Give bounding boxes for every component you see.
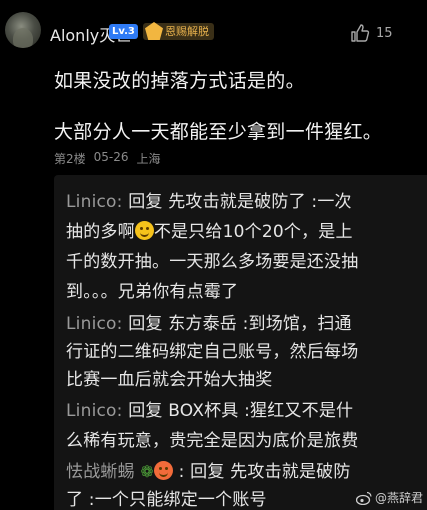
hot-face-emoji-icon [154, 461, 174, 480]
comment-header: Alonly灭世 Lv.3 恩赐解脱 15 [0, 0, 427, 62]
level-badge: Lv.3 [109, 24, 138, 39]
medal-icon [145, 22, 163, 40]
comment-line-2: 大部分人一天都能至少拿到一件猩红。 [54, 121, 383, 143]
reply-1-line-3: 千的数开抽。一天那么多场要是还没抽 [66, 252, 359, 272]
comment-location: 上海 [136, 152, 161, 166]
reply-2-line-2: 行证的二维码绑定自己账号，然后每场 [66, 342, 359, 362]
reply-3-line-1[interactable]: Linico: 回复 BOX杯具 :猩红又不是什 [66, 396, 353, 421]
medal-badge: 恩赐解脱 [143, 22, 214, 40]
floor-number: 第2楼 [54, 152, 86, 166]
reply-1-line-4: 到。。。兄弟你有点霉了 [66, 282, 239, 302]
watermark-text: @燕辞君 [374, 491, 423, 505]
like-count: 15 [376, 25, 393, 41]
reply-1-line-2: 抽的多啊 不是只给10个20个，是上 [66, 221, 353, 242]
reply-list: Linico: 回复 先攻击就是破防了 :一次 抽的多啊 不是只给10个20个，是… [54, 175, 427, 510]
comment-date: 05-26 [93, 150, 129, 164]
avatar[interactable] [5, 12, 41, 48]
reply-author[interactable]: 怯战蜥蜴 [66, 462, 135, 482]
reply-1-line-1[interactable]: Linico: 回复 先攻击就是破防了 :一次 [66, 187, 352, 212]
comment-meta: 第2楼 05-26 上海 [54, 150, 161, 167]
reply-4-line-2: 了 :一个只能绑定一个账号 [66, 490, 267, 510]
thumb-up-icon [351, 24, 370, 42]
reply-3-line-2: 么稀有玩意，贵完全是因为底价是旅费 [66, 431, 359, 451]
like-button[interactable]: 15 [350, 22, 393, 44]
reply-author[interactable]: Linico: [66, 401, 123, 421]
medal-label: 恩赐解脱 [165, 25, 209, 38]
watermark: @燕辞君 [355, 489, 423, 506]
lizard-emoji-icon: ❁ [140, 462, 155, 481]
reply-4-line-1[interactable]: 怯战蜥蜴 ❁ : 回复 先攻击就是破防 [66, 457, 351, 482]
reply-author[interactable]: Linico: [66, 314, 123, 334]
reply-author[interactable]: Linico: [66, 192, 123, 212]
weibo-icon [355, 491, 372, 505]
reply-2-line-3: 比赛一血后就会开始大抽奖 [66, 370, 273, 390]
reply-2-line-1[interactable]: Linico: 回复 东方泰岳 :到场馆，扫通 [66, 309, 352, 334]
smile-emoji-icon [134, 221, 154, 240]
comment-line-1: 如果没改的掉落方式话是的。 [54, 70, 305, 92]
